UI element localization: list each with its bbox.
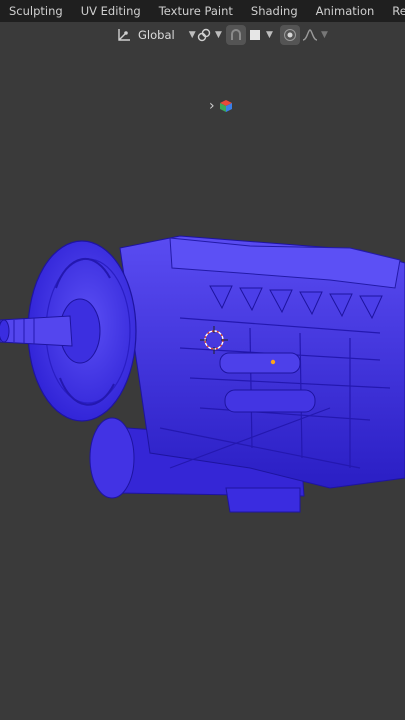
tab-animation[interactable]: Animation (307, 0, 384, 22)
chevron-down-icon: ▼ (321, 30, 328, 40)
pivot-link-icon (196, 27, 212, 43)
tab-sculpting[interactable]: Sculpting (0, 0, 72, 22)
tab-rendering[interactable]: Rendering (383, 0, 405, 22)
workspace-tab-bar: Sculpting UV Editing Texture Paint Shadi… (0, 0, 405, 22)
transform-orientation-dropdown[interactable]: Global ▼ (116, 25, 196, 45)
proportional-editing-icon (284, 29, 296, 41)
proportional-falloff-dropdown[interactable]: ▼ (302, 25, 328, 45)
pivot-point-dropdown[interactable]: ▼ (196, 25, 222, 45)
chevron-down-icon: ▼ (266, 30, 273, 40)
viewport-header: Global ▼ ▼ ▼ ▼ (0, 22, 405, 48)
snap-target-dropdown[interactable]: ▼ (249, 25, 273, 45)
color-cube-icon[interactable] (219, 99, 233, 113)
tab-texture-paint[interactable]: Texture Paint (150, 0, 242, 22)
chevron-down-icon: ▼ (215, 30, 222, 40)
orientation-label: Global (138, 28, 175, 42)
chevron-down-icon: ▼ (188, 30, 196, 40)
transform-orientation-icon (116, 27, 132, 43)
proportional-editing-toggle[interactable] (280, 25, 300, 45)
falloff-curve-icon (302, 28, 318, 42)
snap-square-icon (249, 29, 261, 41)
snap-icon (231, 29, 241, 40)
snap-toggle[interactable] (226, 25, 246, 45)
3d-viewport[interactable]: › (0, 48, 405, 720)
engine-model (0, 235, 405, 513)
tab-uv-editing[interactable]: UV Editing (72, 0, 150, 22)
expand-chevron-icon[interactable]: › (209, 98, 215, 114)
tab-shading[interactable]: Shading (242, 0, 307, 22)
